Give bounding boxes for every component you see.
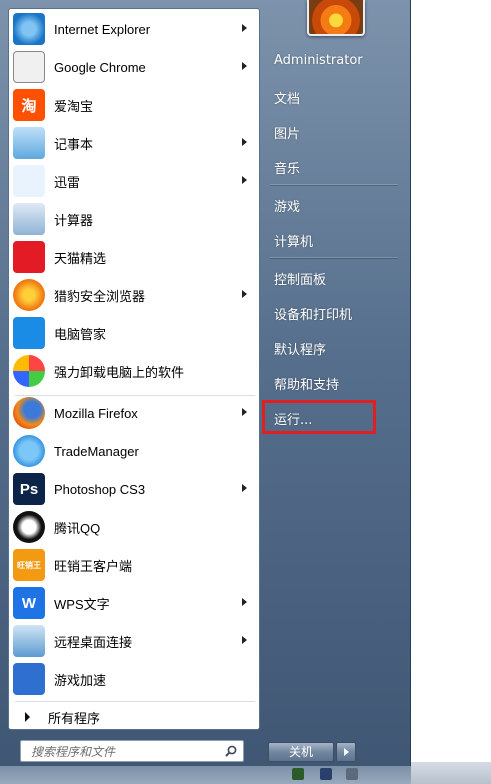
programs-divider: [15, 395, 255, 396]
notepad-icon: [13, 127, 45, 159]
firefox-icon: [13, 397, 45, 429]
program-label: 游戏加速: [54, 672, 107, 688]
internet-explorer-icon: [13, 13, 45, 45]
game-accelerator-icon: [13, 663, 45, 695]
right-item-control-panel[interactable]: 控制面板: [274, 269, 326, 288]
triangle-right-icon: [344, 748, 349, 756]
calculator-icon: [13, 203, 45, 235]
submenu-arrow-icon[interactable]: [242, 484, 247, 492]
right-item-music[interactable]: 音乐: [274, 158, 300, 177]
wps-icon: W: [13, 587, 45, 619]
program-label: 旺销王客户端: [54, 558, 133, 574]
program-label: 爱淘宝: [54, 98, 94, 114]
program-label: WPS文字: [54, 596, 110, 612]
program-item[interactable]: Google Chrome: [11, 49, 257, 85]
right-item-devices-printers[interactable]: 设备和打印机: [274, 304, 352, 323]
wangxiaowang-icon: 旺销王: [13, 549, 45, 581]
liebao-browser-icon: [13, 279, 45, 311]
tray-app-icon[interactable]: [292, 768, 304, 780]
trademanager-icon: [13, 435, 45, 467]
program-label: TradeManager: [54, 443, 139, 459]
shutdown-options-button[interactable]: [336, 742, 356, 762]
search-icon[interactable]: [225, 745, 237, 757]
taskbar-strip: [411, 762, 491, 784]
program-item[interactable]: 迅雷: [11, 163, 257, 199]
program-label: 腾讯QQ: [54, 520, 101, 536]
run-highlight-box: [262, 400, 376, 434]
program-label: Mozilla Firefox: [54, 405, 138, 421]
program-label: 迅雷: [54, 174, 81, 190]
user-picture[interactable]: [307, 0, 365, 36]
tray-app-icon[interactable]: [346, 768, 358, 780]
ai-taobao-icon: 淘: [13, 89, 45, 121]
submenu-arrow-icon[interactable]: [242, 408, 247, 416]
tmall-icon: [13, 241, 45, 273]
program-item[interactable]: 旺销王 旺销王客户端: [11, 547, 257, 583]
uninstaller-icon: [13, 355, 45, 387]
program-item[interactable]: W WPS文字: [11, 585, 257, 621]
photoshop-icon: Ps: [13, 473, 45, 505]
program-label: 记事本: [54, 136, 94, 152]
program-item[interactable]: 计算器: [11, 201, 257, 237]
program-label: 电脑管家: [54, 326, 107, 342]
program-item[interactable]: TradeManager: [11, 433, 257, 469]
program-item[interactable]: 远程桌面连接: [11, 623, 257, 659]
programs-panel: Internet Explorer Google Chrome 淘爱淘宝记事本迅雷计…: [8, 8, 260, 730]
start-menu: Internet Explorer Google Chrome 淘爱淘宝记事本迅雷计…: [0, 0, 411, 784]
remote-desktop-icon: [13, 625, 45, 657]
triangle-right-icon: [25, 712, 30, 722]
submenu-arrow-icon[interactable]: [242, 290, 247, 298]
right-item-help-support[interactable]: 帮助和支持: [274, 374, 339, 393]
submenu-arrow-icon[interactable]: [242, 138, 247, 146]
program-label: 强力卸载电脑上的软件: [54, 364, 185, 380]
program-item[interactable]: 猎豹安全浏览器: [11, 277, 257, 313]
right-item-pictures[interactable]: 图片: [274, 123, 300, 142]
submenu-arrow-icon[interactable]: [242, 176, 247, 184]
program-item[interactable]: Ps Photoshop CS3: [11, 471, 257, 507]
right-item-administrator[interactable]: Administrator: [274, 53, 363, 68]
program-label: Google Chrome: [54, 59, 146, 75]
all-programs-button[interactable]: 所有程序: [17, 705, 253, 729]
program-label: 天猫精选: [54, 250, 107, 266]
right-divider: [270, 257, 398, 258]
search-box[interactable]: [20, 740, 244, 762]
shutdown-button[interactable]: 关机: [268, 742, 334, 762]
submenu-arrow-icon[interactable]: [242, 636, 247, 644]
xunlei-icon: [13, 165, 45, 197]
program-item[interactable]: 天猫精选: [11, 239, 257, 275]
pc-manager-icon: [13, 317, 45, 349]
right-item-computer[interactable]: 计算机: [274, 231, 313, 250]
all-programs-divider: [15, 701, 255, 702]
program-item[interactable]: 淘爱淘宝: [11, 87, 257, 123]
right-item-default-programs[interactable]: 默认程序: [274, 339, 326, 358]
program-item[interactable]: Mozilla Firefox: [11, 395, 257, 431]
program-label: 计算器: [54, 212, 94, 228]
submenu-arrow-icon[interactable]: [242, 598, 247, 606]
program-item[interactable]: Internet Explorer: [11, 11, 257, 47]
right-divider: [270, 184, 398, 185]
program-item[interactable]: 游戏加速: [11, 661, 257, 697]
program-item[interactable]: 腾讯QQ: [11, 509, 257, 545]
program-label: Internet Explorer: [54, 21, 151, 37]
all-programs-label: 所有程序: [48, 710, 101, 726]
tray-app-icon[interactable]: [320, 768, 332, 780]
submenu-arrow-icon[interactable]: [242, 24, 247, 32]
search-input[interactable]: [21, 742, 221, 762]
right-item-documents[interactable]: 文档: [274, 88, 300, 107]
program-item[interactable]: 电脑管家: [11, 315, 257, 351]
google-chrome-icon: [13, 51, 45, 83]
qq-icon: [13, 511, 45, 543]
right-item-games[interactable]: 游戏: [274, 196, 300, 215]
program-item[interactable]: 强力卸载电脑上的软件: [11, 353, 257, 389]
program-label: Photoshop CS3: [54, 481, 146, 497]
program-item[interactable]: 记事本: [11, 125, 257, 161]
program-label: 猎豹安全浏览器: [54, 288, 146, 304]
program-label: 远程桌面连接: [54, 634, 133, 650]
submenu-arrow-icon[interactable]: [242, 62, 247, 70]
